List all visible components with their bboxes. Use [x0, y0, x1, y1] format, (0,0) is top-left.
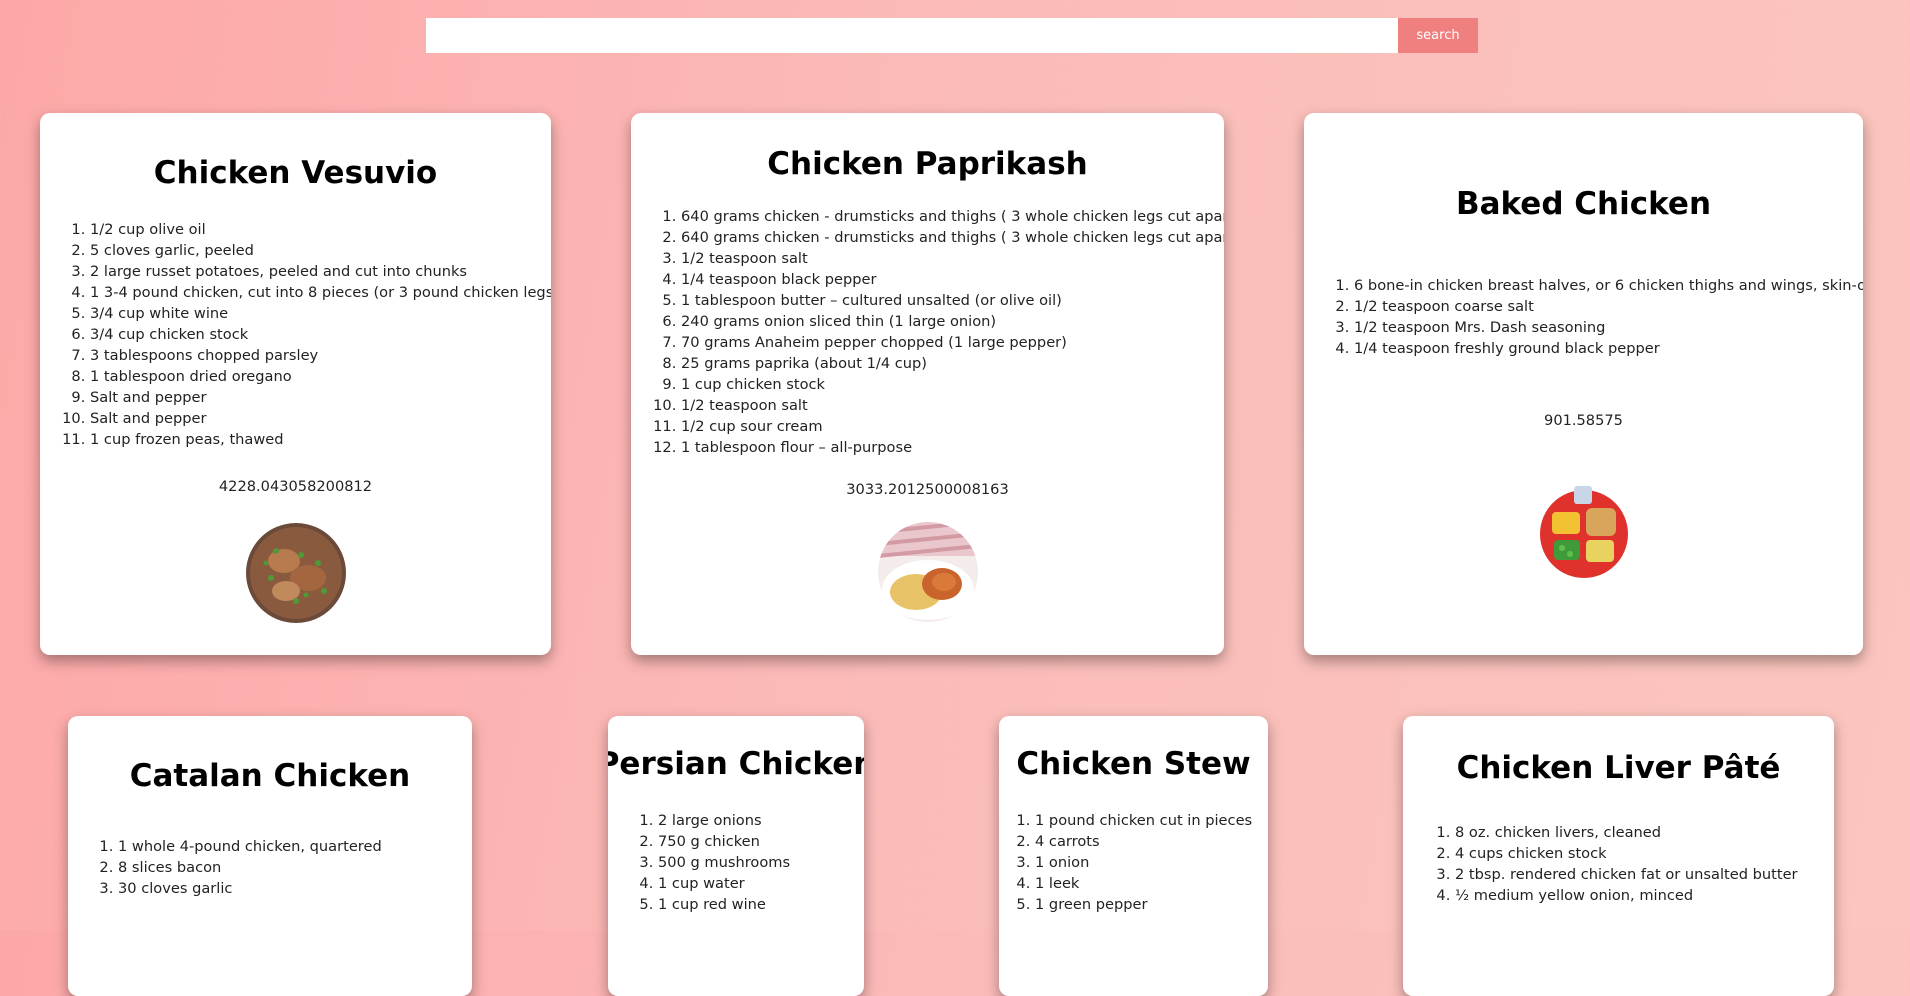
ingredient-item: 1 tablespoon butter – cultured unsalted … [681, 290, 1224, 311]
ingredient-item: 2 large onions [658, 810, 864, 831]
recipe-value: 901.58575 [1544, 412, 1623, 429]
ingredient-item: 2 large russet potatoes, peeled and cut … [90, 261, 551, 282]
ingredient-item: 1/4 teaspoon black pepper [681, 269, 1224, 290]
ingredient-item: 640 grams chicken - drumsticks and thigh… [681, 227, 1224, 248]
recipe-title: Catalan Chicken [129, 758, 411, 794]
ingredient-item: 3/4 cup chicken stock [90, 324, 551, 345]
ingredient-item: 1/2 cup olive oil [90, 219, 551, 240]
ingredient-item: 4 carrots [1035, 831, 1268, 852]
ingredient-item: 8 oz. chicken livers, cleaned [1455, 822, 1834, 843]
ingredient-item: ½ medium yellow onion, minced [1455, 885, 1834, 906]
ingredient-list: 1/2 cup olive oil5 cloves garlic, peeled… [40, 219, 551, 450]
ingredient-item: Salt and pepper [90, 387, 551, 408]
ingredient-item: 70 grams Anaheim pepper chopped (1 large… [681, 332, 1224, 353]
ingredient-item: 1 cup water [658, 873, 864, 894]
recipe-value: 3033.2012500008163 [846, 481, 1009, 499]
ingredient-item: 240 grams onion sliced thin (1 large oni… [681, 311, 1224, 332]
ingredient-item: 1/4 teaspoon freshly ground black pepper [1354, 338, 1863, 359]
recipe-title: Chicken Vesuvio [153, 155, 438, 191]
ingredient-item: 6 bone-in chicken breast halves, or 6 ch… [1354, 275, 1863, 296]
ingredient-item: Salt and pepper [90, 408, 551, 429]
ingredient-list: 640 grams chicken - drumsticks and thigh… [631, 206, 1224, 458]
ingredient-item: 2 tbsp. rendered chicken fat or unsalted… [1455, 864, 1834, 885]
ingredient-item: 1 whole 4-pound chicken, quartered [118, 836, 472, 857]
search-button[interactable]: search [1398, 18, 1478, 53]
ingredient-item: 1/2 teaspoon salt [681, 395, 1224, 416]
recipe-photo [1533, 482, 1634, 582]
recipe-card-chicken-liver-pate[interactable]: Chicken Liver Pâté 8 oz. chicken livers,… [1403, 716, 1834, 996]
recipe-title: Persian Chicken [608, 746, 864, 782]
ingredient-item: 1/2 teaspoon salt [681, 248, 1224, 269]
recipe-card-baked-chicken[interactable]: Baked Chicken 6 bone-in chicken breast h… [1304, 113, 1863, 655]
ingredient-item: 3/4 cup white wine [90, 303, 551, 324]
recipe-title: Chicken Liver Pâté [1456, 750, 1781, 786]
recipe-card-chicken-stew[interactable]: Chicken Stew 1 pound chicken cut in piec… [999, 716, 1268, 996]
ingredient-item: 5 cloves garlic, peeled [90, 240, 551, 261]
ingredient-item: 30 cloves garlic [118, 878, 472, 899]
recipe-value: 4228.043058200812 [218, 478, 373, 495]
ingredient-item: 1/2 teaspoon Mrs. Dash seasoning [1354, 317, 1863, 338]
ingredient-item: 1 onion [1035, 852, 1268, 873]
recipe-card-chicken-vesuvio[interactable]: Chicken Vesuvio 1/2 cup olive oil5 clove… [40, 113, 551, 655]
ingredient-item: 1/2 teaspoon coarse salt [1354, 296, 1863, 317]
ingredient-list: 1 whole 4-pound chicken, quartered8 slic… [68, 836, 472, 899]
ingredient-item: 8 slices bacon [118, 857, 472, 878]
recipe-card-persian-chicken[interactable]: Persian Chicken 2 large onions750 g chic… [608, 716, 864, 996]
ingredient-item: 1 green pepper [1035, 894, 1268, 915]
ingredient-list: 6 bone-in chicken breast halves, or 6 ch… [1304, 275, 1863, 359]
search-bar: search [426, 18, 1478, 53]
ingredient-item: 1 cup red wine [658, 894, 864, 915]
ingredient-item: 1/2 cup sour cream [681, 416, 1224, 437]
ingredient-item: 640 grams chicken - drumsticks and thigh… [681, 206, 1224, 227]
ingredient-item: 1 cup frozen peas, thawed [90, 429, 551, 450]
ingredient-list: 1 pound chicken cut in pieces4 carrots1 … [999, 810, 1268, 915]
ingredient-item: 4 cups chicken stock [1455, 843, 1834, 864]
ingredient-item: 1 leek [1035, 873, 1268, 894]
ingredient-list: 8 oz. chicken livers, cleaned4 cups chic… [1403, 822, 1834, 906]
ingredient-item: 1 3-4 pound chicken, cut into 8 pieces (… [90, 282, 551, 303]
ingredient-list: 2 large onions750 g chicken500 g mushroo… [608, 810, 864, 915]
ingredient-item: 1 tablespoon dried oregano [90, 366, 551, 387]
recipe-photo [245, 523, 346, 623]
recipe-photo [877, 521, 978, 622]
recipe-title: Chicken Paprikash [767, 146, 1088, 183]
ingredient-item: 1 pound chicken cut in pieces [1035, 810, 1268, 831]
ingredient-item: 1 cup chicken stock [681, 374, 1224, 395]
recipe-title: Chicken Stew [1016, 746, 1251, 782]
ingredient-item: 1 tablespoon flour – all-purpose [681, 437, 1224, 458]
recipe-card-catalan-chicken[interactable]: Catalan Chicken 1 whole 4-pound chicken,… [68, 716, 472, 996]
ingredient-item: 750 g chicken [658, 831, 864, 852]
ingredient-item: 500 g mushrooms [658, 852, 864, 873]
ingredient-item: 3 tablespoons chopped parsley [90, 345, 551, 366]
search-input[interactable] [426, 18, 1398, 53]
recipe-card-chicken-paprikash[interactable]: Chicken Paprikash 640 grams chicken - dr… [631, 113, 1224, 655]
recipe-title: Baked Chicken [1455, 186, 1712, 222]
ingredient-item: 25 grams paprika (about 1/4 cup) [681, 353, 1224, 374]
